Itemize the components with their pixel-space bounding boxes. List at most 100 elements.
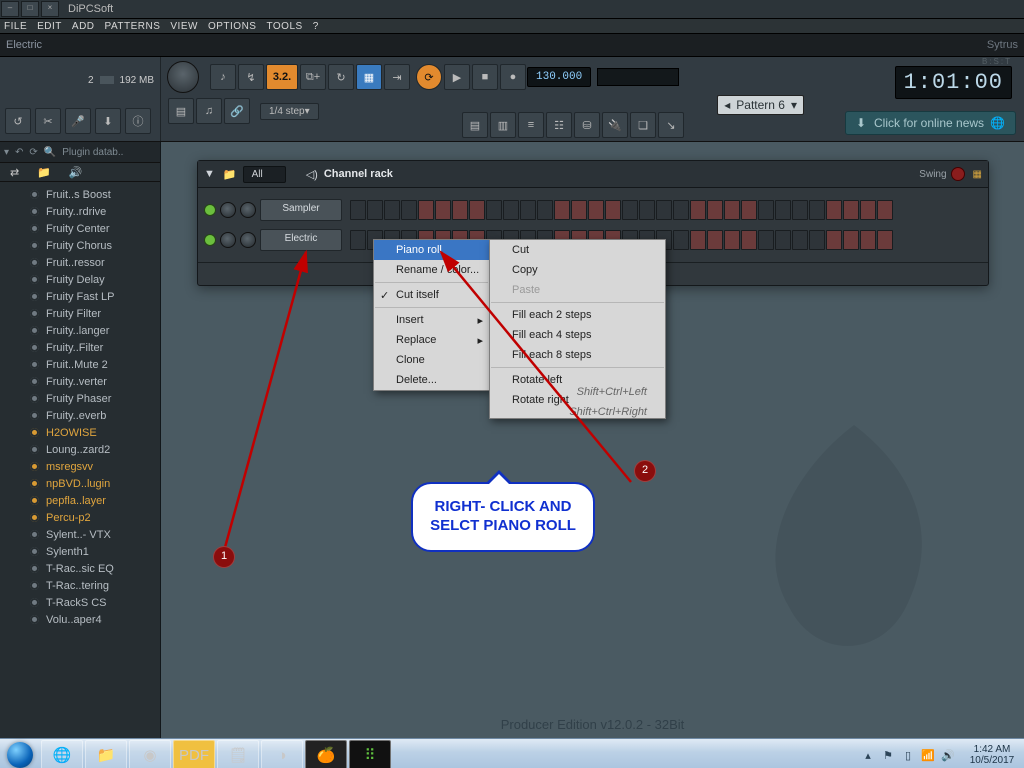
browser-item[interactable]: T-Rac..tering: [0, 577, 160, 594]
step-edit-button[interactable]: ▦: [356, 64, 382, 90]
browser-item[interactable]: Percu-p2: [0, 509, 160, 526]
channel-button[interactable]: Sampler: [260, 199, 342, 221]
song-position[interactable]: B:S:T 1:01:00: [895, 57, 1012, 99]
close-button[interactable]: ×: [41, 1, 59, 17]
tray-volume-icon[interactable]: 🔊: [940, 747, 956, 763]
step-cell[interactable]: [452, 200, 468, 220]
step-cell[interactable]: [656, 200, 672, 220]
browser-item[interactable]: Loung..zard2: [0, 441, 160, 458]
step-cell[interactable]: [350, 230, 366, 250]
browser-item[interactable]: Fruit..s Boost: [0, 186, 160, 203]
folder-icon[interactable]: 📁: [223, 168, 237, 181]
context-menu-item[interactable]: Fill each 2 steps: [490, 305, 665, 325]
browser-item[interactable]: Fruity Fast LP: [0, 288, 160, 305]
play-button[interactable]: ▶: [444, 64, 470, 90]
taskbar-app-fl[interactable]: 🍊: [305, 740, 347, 768]
step-cell[interactable]: [537, 200, 553, 220]
step-cell[interactable]: [775, 230, 791, 250]
browser-item[interactable]: Fruit..Mute 2: [0, 356, 160, 373]
menu-view[interactable]: VIEW: [170, 21, 198, 32]
step-cell[interactable]: [588, 200, 604, 220]
menu-tools[interactable]: TOOLS: [266, 21, 302, 32]
step-cell[interactable]: [673, 230, 689, 250]
rack-menu-button[interactable]: ▼: [204, 168, 215, 180]
search-icon[interactable]: 🔍: [44, 147, 56, 158]
step-cell[interactable]: [826, 230, 842, 250]
step-cell[interactable]: [724, 230, 740, 250]
tray-network-icon[interactable]: 📶: [920, 747, 936, 763]
loop-rec-button[interactable]: ↻: [328, 64, 354, 90]
step-cell[interactable]: [639, 200, 655, 220]
step-cell[interactable]: [690, 200, 706, 220]
step-cell[interactable]: [707, 230, 723, 250]
news-panel[interactable]: ⬇ Click for online news 🌐: [845, 111, 1016, 135]
stop-button[interactable]: ■: [472, 64, 498, 90]
context-menu-item[interactable]: Rotate leftShift+Ctrl+Left: [490, 370, 665, 390]
step-cell[interactable]: [707, 200, 723, 220]
browser-item[interactable]: Fruity Delay: [0, 271, 160, 288]
metronome-button[interactable]: ♪: [210, 64, 236, 90]
context-menu-item[interactable]: Delete...: [374, 370, 489, 390]
step-cell[interactable]: [350, 200, 366, 220]
menu-add[interactable]: ADD: [72, 21, 95, 32]
switch-button[interactable]: ⇥: [384, 64, 410, 90]
context-menu-item[interactable]: Rename / color...: [374, 260, 489, 280]
step-cell[interactable]: [673, 200, 689, 220]
browser-list[interactable]: Fruit..s BoostFruity..rdriveFruity Cente…: [0, 182, 160, 738]
channel-context-menu[interactable]: Piano rollRename / color...Cut itselfIns…: [373, 239, 490, 391]
cut-button[interactable]: ✂: [35, 108, 61, 134]
wait-button[interactable]: ↯: [238, 64, 264, 90]
browser-item[interactable]: H2OWISE: [0, 424, 160, 441]
midi-button[interactable]: ♫: [196, 98, 222, 124]
browser-mode-icon[interactable]: ⇄: [10, 166, 19, 179]
context-menu-item[interactable]: Clone: [374, 350, 489, 370]
menu-options[interactable]: OPTIONS: [208, 21, 257, 32]
taskbar-app-pdf[interactable]: PDF: [173, 740, 215, 768]
step-cell[interactable]: [792, 230, 808, 250]
channel-pan-knob[interactable]: [220, 202, 236, 218]
browser-item[interactable]: Fruit..ressor: [0, 254, 160, 271]
tray-clock[interactable]: 1:42 AM 10/5/2017: [962, 744, 1022, 766]
step-cell[interactable]: [843, 230, 859, 250]
step-cell[interactable]: [469, 200, 485, 220]
collapse-icon[interactable]: ▾: [4, 147, 9, 158]
browser-item[interactable]: Volu..aper4: [0, 611, 160, 628]
browser-item[interactable]: npBVD..lugin: [0, 475, 160, 492]
mixer-button[interactable]: ☷: [546, 112, 572, 138]
step-cell[interactable]: [435, 200, 451, 220]
clock-value[interactable]: 1:01:00: [895, 66, 1012, 99]
step-cell[interactable]: [877, 200, 893, 220]
step-cell[interactable]: [520, 200, 536, 220]
step-cell[interactable]: [758, 200, 774, 220]
step-cell[interactable]: [860, 200, 876, 220]
link-button[interactable]: 🔗: [224, 98, 250, 124]
browser-item[interactable]: Fruity..verter: [0, 373, 160, 390]
taskbar-app-torrent[interactable]: ◑: [261, 740, 303, 768]
step-cell[interactable]: [792, 200, 808, 220]
step-cell[interactable]: [622, 200, 638, 220]
channel-pan-knob[interactable]: [220, 232, 236, 248]
channel-context-submenu[interactable]: CutCopyPasteFill each 2 stepsFill each 4…: [489, 239, 666, 419]
swing-knob[interactable]: [951, 167, 965, 181]
taskbar-app-chrome[interactable]: ◉: [129, 740, 171, 768]
context-menu-item[interactable]: Rotate rightShift+Ctrl+Right: [490, 390, 665, 410]
browser-item[interactable]: T-RackS CS: [0, 594, 160, 611]
step-sequencer[interactable]: [350, 200, 893, 220]
channel-button[interactable]: Electric: [260, 229, 342, 251]
channel-vol-knob[interactable]: [240, 232, 256, 248]
step-cell[interactable]: [401, 200, 417, 220]
browser-item[interactable]: Fruity Filter: [0, 305, 160, 322]
menu-patterns[interactable]: PATTERNS: [105, 21, 161, 32]
context-menu-item[interactable]: Piano roll: [374, 240, 489, 260]
browser-item[interactable]: Sylenth1: [0, 543, 160, 560]
browser-item[interactable]: Fruity Center: [0, 220, 160, 237]
browser-item[interactable]: Fruity Chorus: [0, 237, 160, 254]
speaker-icon[interactable]: 🔊: [69, 166, 83, 179]
undo-history-button[interactable]: ↺: [5, 108, 31, 134]
browser-item[interactable]: Fruity..rdrive: [0, 203, 160, 220]
step-cell[interactable]: [554, 200, 570, 220]
step-cell[interactable]: [775, 200, 791, 220]
channel-mute-led[interactable]: [204, 234, 216, 246]
pat-song-toggle[interactable]: ▤: [168, 98, 194, 124]
step-cell[interactable]: [367, 200, 383, 220]
